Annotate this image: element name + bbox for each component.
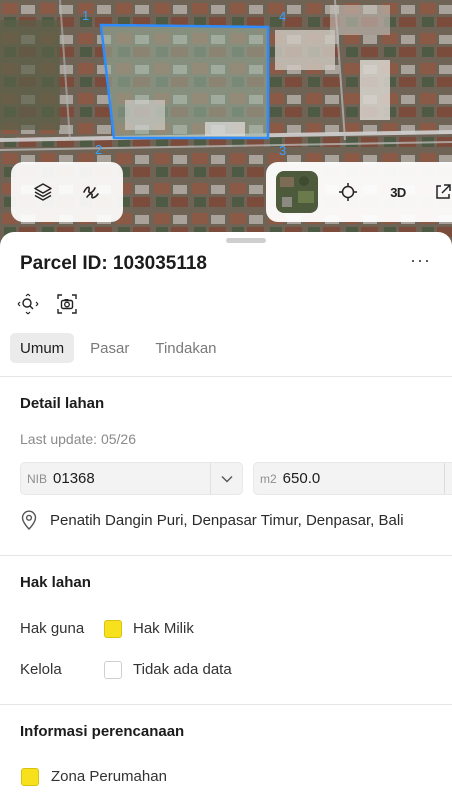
planning-heading: Informasi perencanaan <box>20 723 185 740</box>
last-update-text: Last update: 05/26 <box>20 431 136 447</box>
address-text: Penatih Dangin Puri, Denpasar Timur, Den… <box>50 511 404 529</box>
detail-lahan-heading: Detail lahan <box>20 395 105 412</box>
field-separator <box>444 463 445 494</box>
vertex-label-4: 4 <box>279 9 287 24</box>
hak-lahan-heading: Hak lahan <box>20 574 91 591</box>
divider <box>0 704 452 705</box>
nib-value: 01368 <box>53 470 95 487</box>
screenshot-icon[interactable] <box>56 293 78 315</box>
satellite-thumbnail-icon <box>276 171 318 213</box>
divider <box>0 555 452 556</box>
hak-guna-value: Hak Milik <box>133 620 194 637</box>
chevron-down-icon <box>221 475 232 482</box>
kelola-swatch <box>104 661 122 679</box>
nib-prefix: NIB <box>27 471 48 486</box>
divider <box>0 376 452 377</box>
locate-button[interactable] <box>328 172 368 212</box>
share-icon <box>436 184 451 199</box>
parcel-tools <box>17 293 78 315</box>
hak-guna-label: Hak guna <box>20 620 85 637</box>
nib-dropdown-button[interactable] <box>210 463 242 494</box>
more-options-icon[interactable]: ··· <box>410 250 431 271</box>
crosshair-icon <box>339 183 357 201</box>
nib-field[interactable]: NIB 01368 <box>20 462 243 495</box>
parcel-detail-sheet: Parcel ID: 103035118 ··· Umum Pasar Tind… <box>0 232 452 804</box>
map-tool-controls: 3D <box>266 162 452 222</box>
tab-tindakan[interactable]: Tindakan <box>145 333 226 363</box>
layer-controls <box>11 162 123 222</box>
vertex-label-3: 3 <box>279 143 287 158</box>
share-button[interactable] <box>428 172 452 212</box>
basemap-thumbnail[interactable] <box>276 171 318 213</box>
kelola-label: Kelola <box>20 661 62 678</box>
layers-icon <box>34 183 52 201</box>
parcel-title: Parcel ID: 103035118 <box>20 253 207 274</box>
detail-tabs: Umum Pasar Tindakan <box>10 333 227 363</box>
tab-pasar[interactable]: Pasar <box>80 333 139 363</box>
sheet-drag-handle[interactable] <box>226 238 266 243</box>
kelola-value: Tidak ada data <box>133 661 232 678</box>
hak-guna-swatch <box>104 620 122 638</box>
area-value: 650.0 <box>282 470 321 487</box>
draw-icon <box>83 186 99 199</box>
area-field: m2 650.0 <box>253 462 452 495</box>
address-row: Penatih Dangin Puri, Denpasar Timur, Den… <box>20 510 404 530</box>
draw-button[interactable] <box>71 172 111 212</box>
layers-button[interactable] <box>23 172 63 212</box>
vertex-label-1: 1 <box>82 8 90 23</box>
area-unit: m2 <box>260 471 277 486</box>
zone-swatch <box>21 768 39 786</box>
tab-umum[interactable]: Umum <box>10 333 75 363</box>
view-3d-label: 3D <box>390 184 406 200</box>
map-view[interactable]: 1 2 3 4 3D <box>0 0 452 250</box>
zone-value: Zona Perumahan <box>51 768 167 785</box>
location-pin-icon <box>21 510 37 530</box>
vertex-label-2: 2 <box>95 142 103 157</box>
view-3d-button[interactable]: 3D <box>378 172 418 212</box>
zoom-to-parcel-icon[interactable] <box>17 293 39 315</box>
